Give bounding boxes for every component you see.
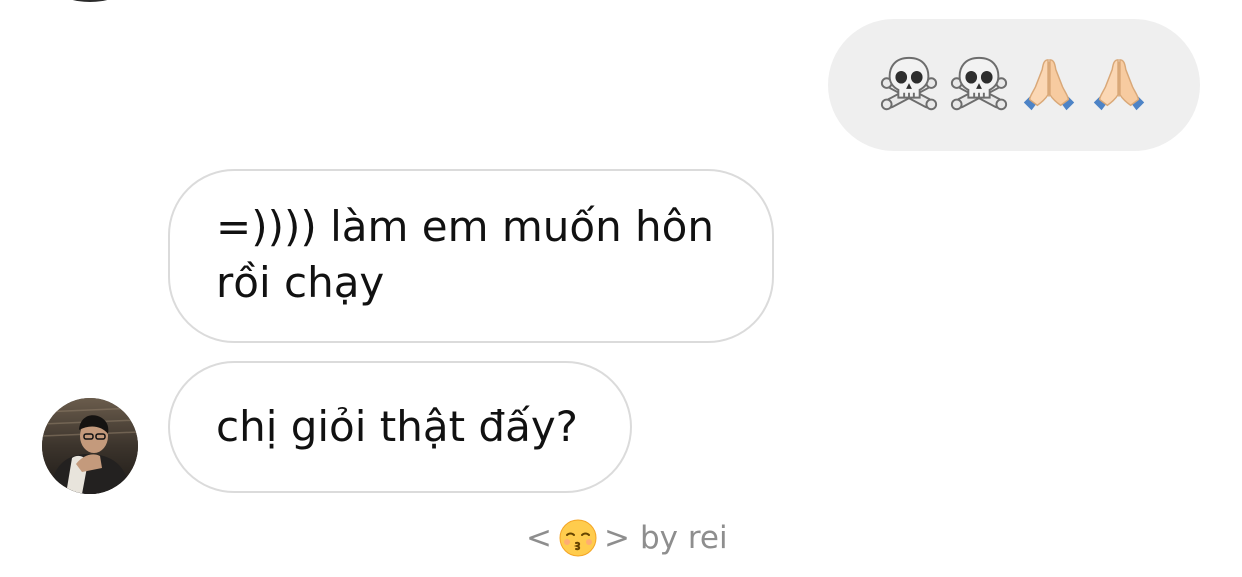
footer-credit: < > by rei (526, 515, 728, 561)
footer-credit-text: by rei (639, 520, 728, 556)
previous-avatar-edge (60, 0, 120, 2)
message-text-line: =)))) làm em muốn hôn (216, 202, 714, 251)
emoji-row (878, 54, 1150, 116)
skull-and-crossbones-icon (880, 56, 938, 111)
footer-close-bracket: > (603, 520, 630, 556)
footer-open-bracket: < (526, 520, 552, 556)
profile-photo-icon (42, 398, 138, 494)
received-message-bubble[interactable]: chị giỏi thật đấy? (168, 361, 632, 493)
message-text: chị giỏi thật đấy? (216, 402, 578, 451)
chat-thread: =)))) làm em muốn hôn rồi chạy chị giỏi … (0, 0, 1242, 577)
message-text-line: rồi chạy (216, 258, 385, 307)
sent-message-bubble[interactable] (828, 19, 1200, 151)
folded-hands-icon (1093, 59, 1145, 111)
received-message-bubble[interactable]: =)))) làm em muốn hôn rồi chạy (168, 169, 774, 343)
folded-hands-icon (1023, 59, 1075, 111)
avatar[interactable] (42, 398, 138, 494)
kissing-face-icon (559, 519, 597, 557)
skull-and-crossbones-icon (950, 56, 1008, 111)
